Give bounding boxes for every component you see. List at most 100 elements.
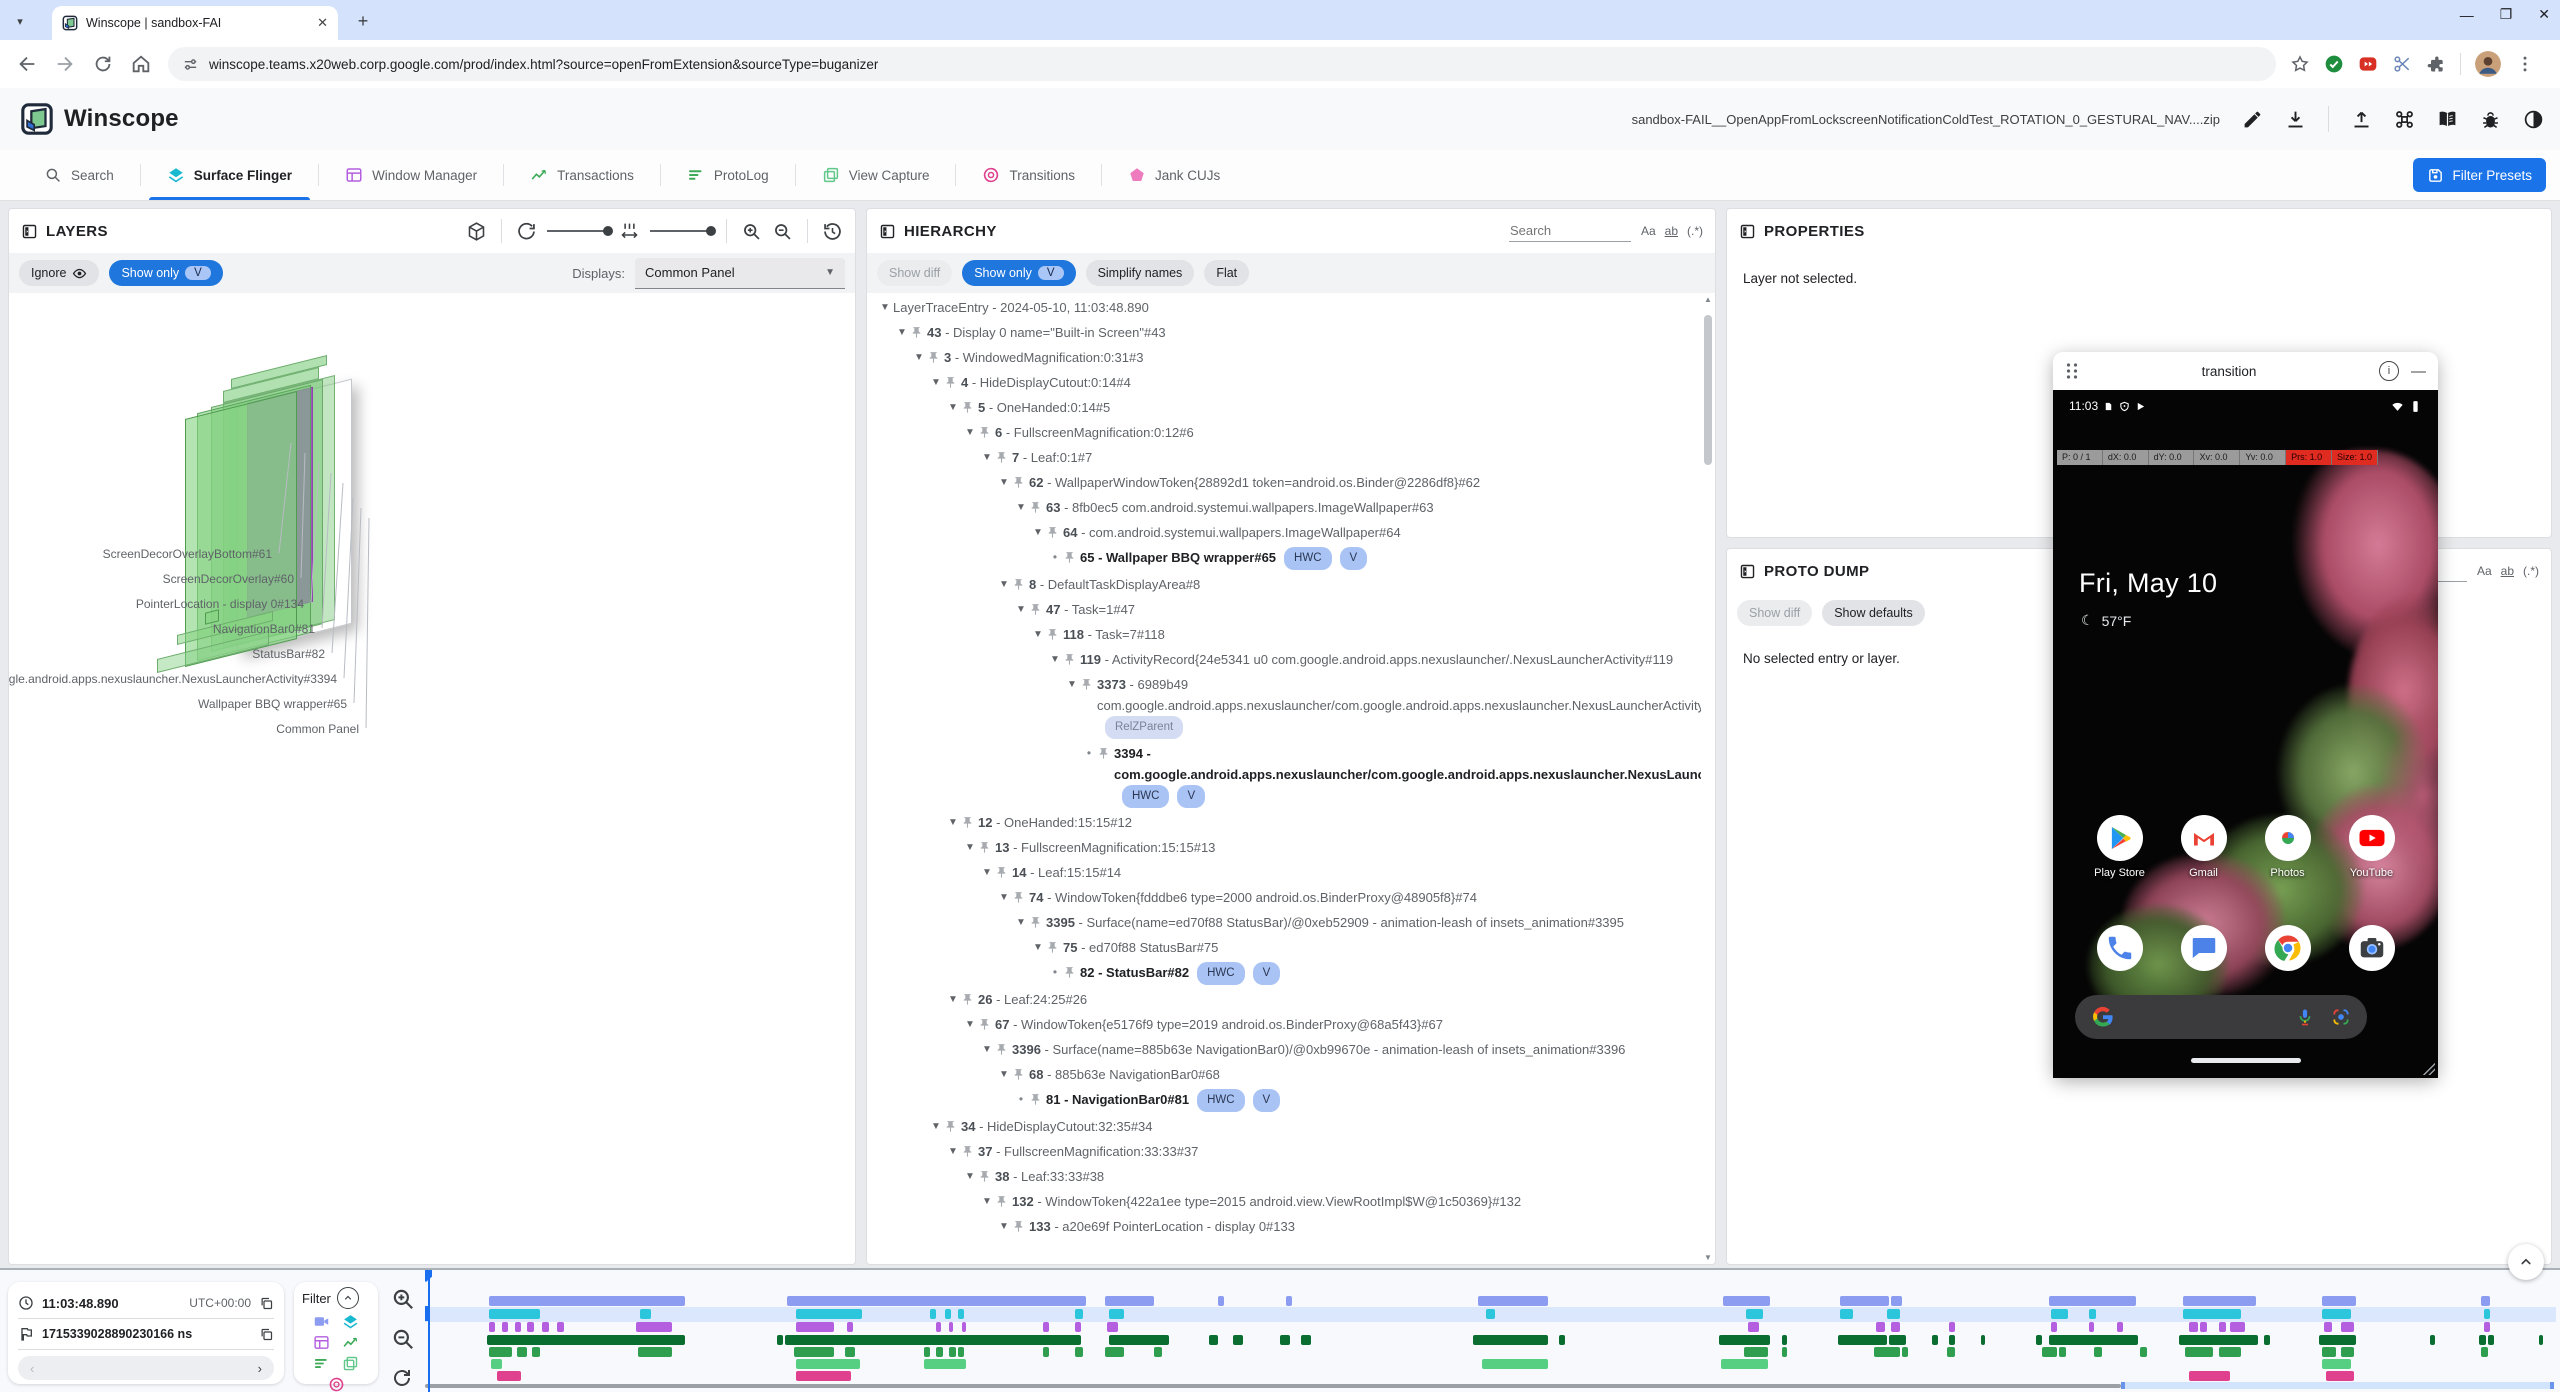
trace-segment-surface-flinger[interactable] bbox=[2322, 1309, 2352, 1319]
expand-arrow-icon[interactable]: ▼ bbox=[911, 347, 927, 368]
trace-segment-window-manager[interactable] bbox=[1107, 1322, 1118, 1332]
trace-segment-window-manager[interactable] bbox=[557, 1322, 563, 1332]
trace-segment-transitions[interactable] bbox=[796, 1371, 851, 1381]
home-icon[interactable] bbox=[130, 53, 152, 75]
tree-row[interactable]: ▼26 - Leaf:24:25#26 bbox=[867, 987, 1701, 1012]
google-search-bar[interactable] bbox=[2075, 995, 2367, 1039]
trace-segment-protolog[interactable] bbox=[1947, 1347, 1956, 1357]
filter-trace-videocam-icon[interactable] bbox=[313, 1313, 330, 1330]
tree-row[interactable]: ▼3395 - Surface(name=ed70f88 StatusBar)/… bbox=[867, 910, 1701, 935]
show-only-visible-chip[interactable]: Show only V bbox=[962, 260, 1075, 286]
extension-scissors-icon[interactable] bbox=[2392, 54, 2412, 74]
tree-row[interactable]: •3394 - com.google.android.apps.nexuslau… bbox=[867, 741, 1701, 810]
trace-segment-transactions[interactable] bbox=[1981, 1335, 1985, 1345]
expand-arrow-icon[interactable]: ▼ bbox=[1030, 937, 1046, 958]
expand-arrow-icon[interactable]: ▼ bbox=[877, 297, 893, 318]
trace-segment-transactions[interactable] bbox=[2488, 1335, 2494, 1345]
trace-segment-transactions[interactable] bbox=[1301, 1335, 1312, 1345]
trace-segment-transactions[interactable] bbox=[2430, 1335, 2434, 1345]
match-word-icon[interactable]: ab bbox=[1665, 224, 1678, 238]
pin-icon[interactable] bbox=[1029, 501, 1042, 514]
overlay-titlebar[interactable]: transition i — bbox=[2053, 352, 2438, 390]
tree-row[interactable]: ▼67 - WindowToken{e5176f9 type=2019 andr… bbox=[867, 1012, 1701, 1037]
expand-arrow-icon[interactable]: ▼ bbox=[996, 472, 1012, 493]
resize-handle-icon[interactable] bbox=[2423, 1063, 2435, 1075]
reset-view-icon[interactable] bbox=[822, 221, 843, 242]
current-time[interactable]: 11:03:48.890 bbox=[42, 1296, 119, 1311]
trace-segment-window-manager[interactable] bbox=[542, 1322, 548, 1332]
voice-search-mic-icon[interactable] bbox=[2295, 1007, 2315, 1027]
trace-segment-transitions[interactable] bbox=[2189, 1371, 2229, 1381]
pin-icon[interactable] bbox=[1012, 1068, 1025, 1081]
extension-red-icon[interactable] bbox=[2358, 54, 2378, 74]
trace-segment-view-capture[interactable] bbox=[491, 1359, 502, 1369]
pin-icon[interactable] bbox=[995, 1195, 1008, 1208]
minimize-overlay-icon[interactable]: — bbox=[2411, 363, 2426, 380]
trace-segment-transactions[interactable] bbox=[2036, 1335, 2042, 1345]
trace-segment-window-manager[interactable] bbox=[489, 1322, 495, 1332]
trace-segment-view-capture[interactable] bbox=[1721, 1359, 1768, 1369]
app-gmail[interactable]: Gmail bbox=[2174, 815, 2234, 879]
trace-segment-transactions[interactable] bbox=[1473, 1335, 1548, 1345]
next-entry-icon[interactable]: › bbox=[258, 1361, 262, 1376]
restore-window-icon[interactable]: ❐ bbox=[2500, 6, 2513, 23]
pin-icon[interactable] bbox=[1063, 966, 1076, 979]
trace-segment-window-manager[interactable] bbox=[527, 1322, 533, 1332]
scrubber-handle-left[interactable] bbox=[2121, 1382, 2125, 1389]
trace-segment-window-manager[interactable] bbox=[2484, 1322, 2490, 1332]
trace-segment-protolog[interactable] bbox=[2042, 1347, 2057, 1357]
tree-row[interactable]: ▼74 - WindowToken{fdddbe6 type=2000 andr… bbox=[867, 885, 1701, 910]
trace-segment-screen-recording[interactable] bbox=[1218, 1296, 1224, 1306]
trace-segment-protolog[interactable] bbox=[845, 1347, 856, 1357]
tree-row[interactable]: ▼63 - 8fb0ec5 com.android.systemui.wallp… bbox=[867, 495, 1701, 520]
trace-segment-protolog[interactable] bbox=[517, 1347, 528, 1357]
copy-ns-icon[interactable] bbox=[259, 1327, 274, 1342]
tree-row[interactable]: ▼14 - Leaf:15:15#14 bbox=[867, 860, 1701, 885]
trace-segment-window-manager[interactable] bbox=[515, 1322, 521, 1332]
trace-segment-window-manager[interactable] bbox=[636, 1322, 672, 1332]
tab-window-manager[interactable]: Window Manager bbox=[319, 150, 503, 200]
dock-phone[interactable] bbox=[2090, 925, 2150, 971]
trace-segment-screen-recording[interactable] bbox=[2481, 1296, 2490, 1306]
tree-row[interactable]: ▼12 - OneHanded:15:15#12 bbox=[867, 810, 1701, 835]
tree-row[interactable]: ▼132 - WindowToken{422a1ee type=2015 and… bbox=[867, 1189, 1701, 1214]
trace-segment-protolog[interactable] bbox=[1744, 1347, 1767, 1357]
trace-segment-surface-flinger[interactable] bbox=[2089, 1309, 2095, 1319]
extensions-puzzle-icon[interactable] bbox=[2426, 54, 2446, 74]
trace-segment-transactions[interactable] bbox=[1109, 1335, 1169, 1345]
3d-view-icon[interactable] bbox=[466, 221, 487, 242]
trace-segment-transactions[interactable] bbox=[2539, 1335, 2543, 1345]
expand-arrow-icon[interactable]: ▼ bbox=[962, 1014, 978, 1035]
show-only-visible-chip[interactable]: Show only V bbox=[109, 260, 222, 286]
filter-trace-window-icon[interactable] bbox=[313, 1334, 330, 1351]
trace-segment-view-capture[interactable] bbox=[1482, 1359, 1548, 1369]
tab-close-icon[interactable]: ✕ bbox=[317, 15, 328, 31]
trace-segment-transactions[interactable] bbox=[2264, 1335, 2270, 1345]
info-icon[interactable]: i bbox=[2379, 361, 2399, 381]
expand-arrow-icon[interactable]: ▼ bbox=[945, 989, 961, 1010]
trace-segment-protolog[interactable] bbox=[1105, 1347, 1124, 1357]
trace-segment-surface-flinger[interactable] bbox=[945, 1309, 951, 1319]
collapse-panel-icon[interactable] bbox=[21, 223, 38, 240]
trace-segment-window-manager[interactable] bbox=[2341, 1322, 2354, 1332]
trace-segment-screen-recording[interactable] bbox=[1286, 1296, 1292, 1306]
trace-segment-transitions[interactable] bbox=[2326, 1371, 2354, 1381]
trace-segment-window-manager[interactable] bbox=[1043, 1322, 1049, 1332]
timeline-scrubber[interactable] bbox=[425, 1382, 2556, 1389]
dock-messages[interactable] bbox=[2174, 925, 2234, 971]
pin-icon[interactable] bbox=[995, 1043, 1008, 1056]
trace-segment-transactions[interactable] bbox=[1889, 1335, 1906, 1345]
show-diff-chip[interactable]: Show diff bbox=[877, 260, 952, 286]
trace-segment-surface-flinger[interactable] bbox=[958, 1309, 964, 1319]
pin-icon[interactable] bbox=[978, 841, 991, 854]
pin-icon[interactable] bbox=[1097, 747, 1110, 760]
trace-segment-surface-flinger[interactable] bbox=[489, 1309, 540, 1319]
expand-arrow-icon[interactable]: ▼ bbox=[945, 812, 961, 833]
trace-segment-transactions[interactable] bbox=[1233, 1335, 1244, 1345]
hierarchy-scrollbar[interactable]: ▲ ▼ bbox=[1702, 295, 1714, 1262]
trace-segment-protolog[interactable] bbox=[936, 1347, 942, 1357]
tree-row[interactable]: ▼3373 - 6989b49 com.google.android.apps.… bbox=[867, 672, 1701, 741]
trace-segment-window-manager[interactable] bbox=[2117, 1322, 2123, 1332]
trace-segment-view-capture[interactable] bbox=[924, 1359, 967, 1369]
scrubber-viewport[interactable] bbox=[2121, 1382, 2554, 1389]
